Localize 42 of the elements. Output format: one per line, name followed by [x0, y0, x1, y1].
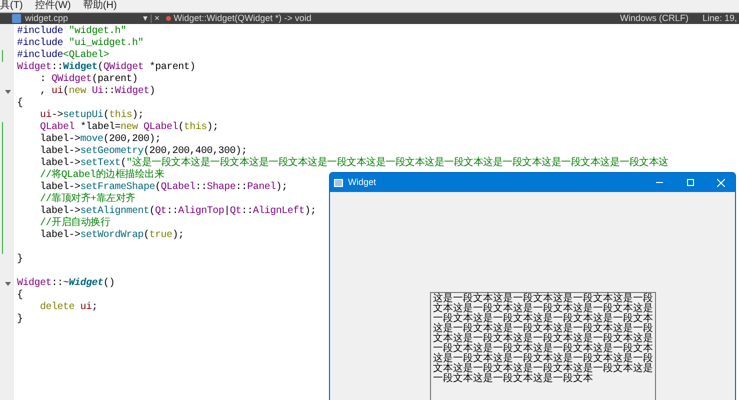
menu-item[interactable]: 控件(W) [34, 0, 71, 12]
code-line: : QWidget(parent) [39, 74, 138, 86]
window-icon [334, 178, 343, 186]
code-line: #include "ui_widget.h" [16, 38, 144, 50]
code-line: { [16, 290, 23, 302]
code-line: label->setFrameShape(QLabel::Shape::Panel); [39, 182, 288, 193]
code-line: //开启自动换行 [39, 218, 110, 230]
code-line: Widget::Widget(QWidget *parent) [16, 62, 196, 74]
menu-item[interactable]: 帮助(H) [82, 0, 117, 12]
code-line: QLabel *label=new QLabel(this); [39, 122, 218, 134]
code-line: label->setGeometry(200,200,400,300); [39, 146, 248, 157]
fold-arrow-icon[interactable] [5, 90, 11, 94]
code-line: { [16, 98, 23, 110]
code-line: label->move(200,200); [39, 134, 161, 146]
code-line: label->setAlignment(Qt::AlignTop|Qt::AlignLeft); [39, 206, 316, 217]
close-file-button[interactable]: × [154, 12, 160, 26]
window-title: Widget [348, 176, 376, 189]
separator: | [150, 12, 152, 25]
code-line: Widget::~Widget() [16, 278, 115, 290]
code-line: //靠顶对齐+靠左对齐 [39, 194, 136, 206]
line-ending-dropdown[interactable]: Windows (CRLF) [620, 12, 688, 26]
code-line: delete ui; [39, 302, 98, 314]
code-line: label->setText("这是一段文本这是一段文本这是一段文本这是一段文本这是一段文本这是一段文本这是一段文本这是一段文本这是一段文本这 [39, 158, 668, 169]
fold-arrow-icon[interactable] [5, 282, 11, 286]
symbol-icon [166, 16, 171, 21]
code-line: ui->setupUi(this); [39, 110, 144, 122]
code-line: , ui(new Ui::Widget) [39, 86, 156, 98]
cursor-position[interactable]: Line: 19, [702, 12, 737, 26]
code-line: label->setWordWrap(true); [39, 230, 184, 242]
file-icon [12, 14, 21, 23]
code-line: #include<QLabel> [16, 50, 110, 62]
close-icon[interactable] [717, 178, 725, 186]
dropdown-caret[interactable]: ▾ [143, 12, 148, 26]
function-dropdown[interactable]: Widget::Widget(QWidget *) -> void [174, 12, 312, 26]
text-label: 这是一段文本这是一段文本这是一段文本这是一段文本这是一段文本这是一段文本这是一段文本这是一段文本这是一段文本这是一段文本这是一段文本这是一段文本这是一段文本这是一段文本这是一段文本这是一段文本这是一段文本这是一段文本这是一段文本这是一段文本这是一段文本这是一段文本这是一段文本这是一段文本这是一段文本这是一段文本这是一段文本这是一段文本这是一段文本这是一段文本这是一段文本这是一段文本 [430, 292, 656, 400]
menu-item[interactable]: 具(T) [0, 0, 23, 12]
code-line: } [16, 314, 23, 326]
code-line: #include "widget.h" [16, 26, 126, 38]
file-dropdown[interactable]: widget.cpp [25, 12, 135, 26]
maximize-icon[interactable] [687, 179, 694, 186]
code-line: } [16, 254, 23, 266]
code-line: //将QLabel的边框描绘出来 [39, 170, 164, 182]
